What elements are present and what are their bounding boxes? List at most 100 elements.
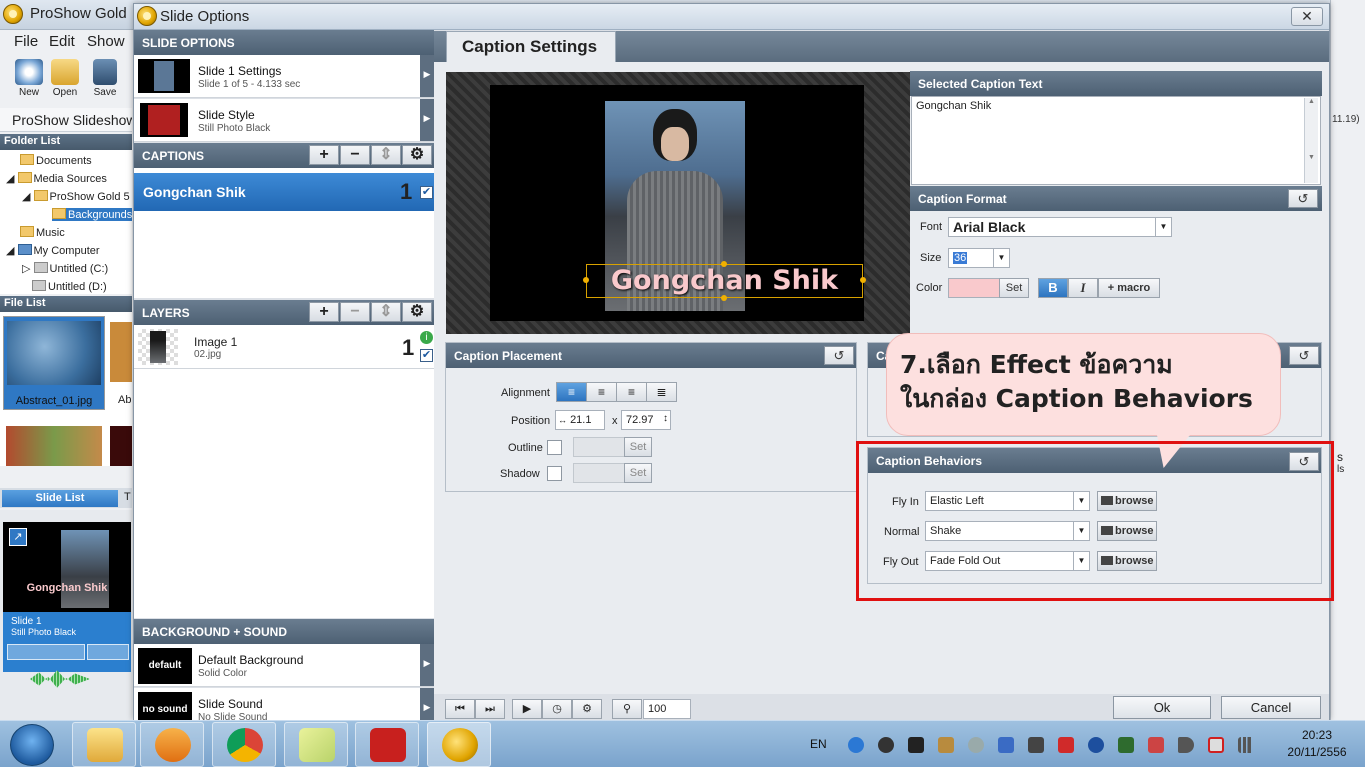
folder-item[interactable]: Music: [20, 226, 65, 239]
add-layer-button[interactable]: +: [309, 302, 339, 322]
shadow-set-button[interactable]: Set: [624, 463, 652, 483]
file-thumbnail[interactable]: [6, 426, 102, 466]
open-button[interactable]: Open: [46, 59, 84, 98]
reset-effects-icon[interactable]: ↺: [1289, 346, 1319, 365]
zoom-icon[interactable]: ⚲: [612, 699, 642, 719]
caption-visible-checkbox[interactable]: ✔: [420, 186, 433, 199]
align-center-icon[interactable]: ≡: [586, 382, 617, 402]
folder-item[interactable]: ◢ ProShow Gold 5: [22, 190, 130, 203]
tray-network-icon[interactable]: [998, 737, 1014, 753]
position-x-input[interactable]: ↔ 21.1: [555, 410, 605, 430]
font-select[interactable]: Arial Black ▼: [948, 217, 1172, 237]
new-button[interactable]: New: [10, 59, 48, 98]
dialog-close-button[interactable]: ✕: [1291, 7, 1323, 26]
menu-file[interactable]: File: [14, 33, 38, 50]
slide-duration-bar[interactable]: [7, 644, 85, 660]
align-justify-icon[interactable]: ≣: [646, 382, 677, 402]
skip-end-icon[interactable]: ⏭: [475, 699, 505, 719]
slide-sound-row[interactable]: no sound Slide Sound No Slide Sound ▶: [134, 688, 434, 721]
tray-graduation-icon[interactable]: [908, 737, 924, 753]
slide-settings-row[interactable]: Slide 1 Settings Slide 1 of 5 - 4.133 se…: [134, 55, 434, 98]
preview-caption-text[interactable]: Gongchan Shik: [586, 264, 863, 298]
caption-text-area[interactable]: Gongchan Shik: [911, 96, 1321, 185]
resize-handle[interactable]: [583, 277, 589, 283]
save-button[interactable]: Save: [86, 59, 124, 98]
folder-item[interactable]: Documents: [20, 154, 92, 167]
align-right-icon[interactable]: ≡: [616, 382, 647, 402]
slide-style-row[interactable]: Slide Style Still Photo Black ▶: [134, 99, 434, 142]
info-icon[interactable]: i: [420, 331, 433, 344]
tab-caption-settings[interactable]: Caption Settings: [446, 31, 616, 62]
resize-handle[interactable]: [721, 261, 727, 267]
taskbar-chrome[interactable]: [212, 722, 276, 767]
bluetooth-icon[interactable]: [1088, 737, 1104, 753]
resize-handle[interactable]: [721, 295, 727, 301]
language-indicator[interactable]: EN: [810, 737, 827, 751]
file-item-selected[interactable]: Abstract_01.jpg: [3, 316, 105, 410]
reorder-caption-button[interactable]: ⇕: [371, 145, 401, 165]
textarea-scrollbar[interactable]: ▲ ▼: [1304, 98, 1318, 183]
transition-bar[interactable]: [87, 644, 129, 660]
action-center-icon[interactable]: [1208, 737, 1224, 753]
reset-placement-icon[interactable]: ↺: [824, 346, 854, 365]
italic-button[interactable]: I: [1068, 278, 1098, 298]
ok-button[interactable]: Ok: [1113, 696, 1211, 719]
file-thumbnail[interactable]: [110, 322, 132, 382]
start-button-icon[interactable]: [10, 724, 54, 766]
caption-item-selected[interactable]: Gongchan Shik 1 ✔: [134, 173, 434, 211]
add-caption-button[interactable]: +: [309, 145, 339, 165]
tray-shield-icon[interactable]: [1058, 737, 1074, 753]
slide-card[interactable]: Gongchan Shik ↗ Slide 1 Still Photo Blac…: [3, 522, 131, 672]
folder-item[interactable]: ◢ Media Sources: [6, 172, 107, 185]
remove-layer-button[interactable]: −: [340, 302, 370, 322]
tray-app-icon[interactable]: [848, 737, 864, 753]
taskbar-media-player[interactable]: [140, 722, 204, 767]
slide-link-icon[interactable]: ↗: [9, 528, 27, 546]
shadow-checkbox[interactable]: [547, 466, 562, 481]
default-background-row[interactable]: default Default Background Solid Color ▶: [134, 644, 434, 687]
position-y-input[interactable]: 72.97 ↕: [621, 410, 671, 430]
tab-timeline[interactable]: T: [124, 491, 131, 503]
skip-start-icon[interactable]: ⏮: [445, 699, 475, 719]
folder-item[interactable]: ◢ My Computer: [6, 244, 100, 257]
file-thumbnail[interactable]: [110, 426, 132, 466]
signal-icon[interactable]: [1238, 737, 1254, 753]
size-select[interactable]: 36 ▼: [948, 248, 1010, 268]
reset-format-icon[interactable]: ↺: [1288, 189, 1318, 208]
outline-checkbox[interactable]: [547, 440, 562, 455]
folder-item-selected[interactable]: Backgrounds: [52, 208, 132, 221]
taskbar-proshow[interactable]: [427, 722, 491, 767]
taskbar-explorer[interactable]: [72, 722, 136, 767]
tray-device-icon[interactable]: [1148, 737, 1164, 753]
tray-monitor-icon[interactable]: [1118, 737, 1134, 753]
color-set-button[interactable]: Set: [999, 278, 1029, 298]
align-left-icon[interactable]: ≡: [556, 382, 587, 402]
tray-grid-icon[interactable]: [1028, 737, 1044, 753]
layer-item[interactable]: Image 1 02.jpg 1 i ✔: [134, 325, 434, 369]
menu-edit[interactable]: Edit: [49, 33, 75, 50]
layer-settings-gear-icon[interactable]: ⚙: [402, 302, 432, 322]
tray-link-icon[interactable]: [968, 737, 984, 753]
system-clock[interactable]: 20:23 20/11/2556: [1282, 727, 1352, 761]
outline-set-button[interactable]: Set: [624, 437, 652, 457]
cancel-button[interactable]: Cancel: [1221, 696, 1321, 719]
tray-camera-icon[interactable]: [878, 737, 894, 753]
layer-visible-checkbox[interactable]: ✔: [420, 349, 433, 362]
resize-handle[interactable]: [860, 277, 866, 283]
caption-settings-gear-icon[interactable]: ⚙: [402, 145, 432, 165]
folder-item[interactable]: ▷ Untitled (C:): [22, 262, 108, 275]
bold-button[interactable]: B: [1038, 278, 1068, 298]
remove-caption-button[interactable]: −: [340, 145, 370, 165]
menu-show[interactable]: Show: [87, 33, 125, 50]
tab-slide-list[interactable]: Slide List: [2, 490, 118, 507]
zoom-input[interactable]: 100: [643, 699, 691, 719]
macro-button[interactable]: + macro: [1098, 278, 1160, 298]
play-icon[interactable]: ▶: [512, 699, 542, 719]
tray-box-icon[interactable]: [938, 737, 954, 753]
taskbar-sticky[interactable]: [284, 722, 348, 767]
clock-icon[interactable]: ◷: [542, 699, 572, 719]
volume-icon[interactable]: [1178, 737, 1194, 753]
gear-icon[interactable]: ⚙: [572, 699, 602, 719]
taskbar-acrobat[interactable]: [355, 722, 419, 767]
color-swatch[interactable]: [948, 278, 1000, 298]
